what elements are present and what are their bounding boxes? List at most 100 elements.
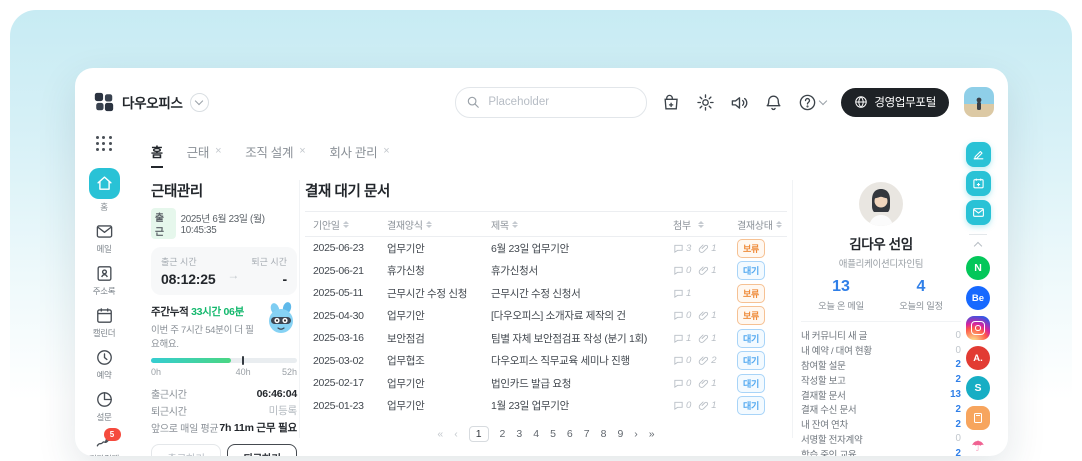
sidebar-item-contacts[interactable]: 주소록 [93,264,116,297]
approval-row[interactable]: 2025-04-30 업무기안 [다우오피스] 소개자료 제작의 건 0 1 보… [305,305,787,328]
col-subject[interactable]: 제목 [491,217,673,232]
sidebar-item-mail[interactable]: 메일 [95,222,114,255]
page-number[interactable]: 6 [567,428,573,440]
list-item[interactable]: 서명할 전자계약 0 [801,432,961,447]
close-icon[interactable]: × [299,145,305,157]
sidebar-item-booking[interactable]: 예약 [95,348,114,381]
tab-attendance[interactable]: 근태 × [187,142,222,161]
sidebar-item-eapproval[interactable]: 5 전자결재 [89,427,121,456]
list-item[interactable]: 결재 수신 문서 2 [801,402,961,417]
calendar-add-button[interactable] [965,171,991,196]
col-date[interactable]: 기안일 [305,217,387,232]
comment-count: 0 [673,355,691,366]
announcement-speaker-icon[interactable] [730,93,749,112]
sidebar-item-home[interactable]: 홈 [88,167,120,213]
mail-icon [95,222,114,241]
user-avatar[interactable] [964,87,994,117]
close-icon[interactable]: × [383,145,389,157]
approval-row[interactable]: 2025-05-11 근무시간 수정 신청 근무시간 수정 신청서 1 보류 [305,282,787,305]
list-item[interactable]: 내 잔여 연차 2 [801,417,961,432]
calendar-icon [95,306,114,325]
clock-in-button[interactable]: 출근하기 [151,444,221,456]
globe-icon [854,95,868,109]
chevron-up-icon[interactable] [973,241,983,251]
page-number[interactable]: 7 [584,428,590,440]
help-menu[interactable] [798,93,828,112]
list-item[interactable]: 내 예약 / 대여 현황 0 [801,343,961,358]
current-datetime: 2025년 6월 23일 (월) 10:45:35 [180,214,265,236]
col-status[interactable]: 결재상태 [737,217,787,232]
divider [969,234,987,235]
chevron-down-icon [819,96,828,106]
col-form[interactable]: 결재양식 [387,217,491,232]
compose-button[interactable] [965,142,991,167]
status-badge: 대기 [737,396,765,416]
store-icon[interactable] [662,93,681,112]
tab-org-design[interactable]: 조직 설계 × [245,142,305,161]
calculator-app-icon[interactable] [966,406,990,430]
stat-schedule-today[interactable]: 4 오늘의 일정 [881,278,961,312]
close-icon[interactable]: × [215,145,221,157]
approval-row[interactable]: 2025-03-16 보안점검 팀별 자체 보안점검표 작성 (분기 1회) 1… [305,327,787,350]
umbrella-app-icon[interactable]: ☂ [966,434,990,456]
profile-photo[interactable] [859,182,903,226]
page-number-current[interactable]: 1 [468,426,489,442]
app-launcher-grid-icon[interactable] [95,136,113,152]
page-number[interactable]: 2 [500,428,506,440]
list-item[interactable]: 내 커뮤니티 새 글0 [801,328,961,343]
weekly-total: 33시간 06분 [191,306,244,318]
tab-company-admin[interactable]: 회사 관리 × [329,142,389,161]
page-next-button[interactable]: › [634,428,638,440]
global-search[interactable] [455,86,648,118]
attachment-count: 1 [698,265,717,276]
open-tabs-bar: 홈 근태 × 조직 설계 × 회사 관리 × [151,140,390,168]
clock-out-button[interactable]: 퇴근하기 [227,444,297,456]
list-item[interactable]: 작성할 보고 2 [801,372,961,387]
page-number[interactable]: 5 [550,428,556,440]
notifications-bell-icon[interactable] [764,93,783,112]
page-number[interactable]: 4 [533,428,539,440]
page-last-button[interactable]: » [649,428,655,440]
list-item[interactable]: 결재할 문서 13 [801,387,961,402]
instagram-app-icon[interactable] [966,316,990,340]
comment-count: 1 [673,333,691,344]
workspace-switch-button[interactable] [189,92,209,112]
settings-gear-icon[interactable] [696,93,715,112]
page-number[interactable]: 3 [516,428,522,440]
approval-row[interactable]: 2025-03-02 업무협조 다우오피스 직무교육 세미나 진행 0 2 대기 [305,350,787,373]
sidebar-item-calendar[interactable]: 캘린더 [93,306,116,339]
col-attach[interactable]: 첨부 [673,217,737,232]
sort-icon [342,220,349,228]
management-portal-button[interactable]: 경영업무포털 [841,87,949,117]
approval-row[interactable]: 2025-06-21 휴가신청 휴가신청서 0 1 대기 [305,260,787,283]
survey-icon [95,390,114,409]
approval-row[interactable]: 2025-06-23 업무기안 6월 23일 업무기안 3 1 보류 [305,237,787,260]
attachment-count: 2 [698,355,717,366]
app-a-icon[interactable]: A. [966,346,990,370]
sort-icon [511,220,518,228]
tab-home[interactable]: 홈 [151,142,163,168]
behance-app-icon[interactable]: Be [966,286,990,310]
page-number[interactable]: 9 [617,428,623,440]
progress-scale: 0h 40h 52h [151,367,297,377]
approval-waiting-panel: 결재 대기 문서 기안일 결재양식 제목 첨부 결재상태 2025-06-23 … [305,180,787,442]
page-prev-button[interactable]: ‹ [454,428,458,440]
approval-row[interactable]: 2025-01-23 업무기안 1월 23일 업무기안 0 1 대기 [305,395,787,418]
stat-mails-today[interactable]: 13 오늘 온 메일 [801,278,881,312]
comment-count: 1 [673,288,691,299]
approval-row[interactable]: 2025-02-17 업무기안 법인카드 발급 요청 0 1 대기 [305,372,787,395]
clock-icon [95,348,114,367]
list-item[interactable]: 학습 중인 교육 2 [801,446,961,456]
page-first-button[interactable]: « [437,428,443,440]
sidebar-item-survey[interactable]: 설문 [95,390,114,423]
page-number[interactable]: 8 [601,428,607,440]
clocked-in-badge: 출근 [151,208,176,239]
search-input[interactable] [486,95,601,109]
attendance-row: 출근시간 06:46:04 [151,387,297,402]
quick-action-bar: N Be A. S ☂ + [963,142,993,456]
mail-add-button[interactable] [965,200,991,225]
app-s-icon[interactable]: S [966,376,990,400]
list-item[interactable]: 참여할 설문 2 [801,358,961,373]
daouoffice-logo-icon [94,92,114,112]
naver-app-icon[interactable]: N [966,256,990,280]
